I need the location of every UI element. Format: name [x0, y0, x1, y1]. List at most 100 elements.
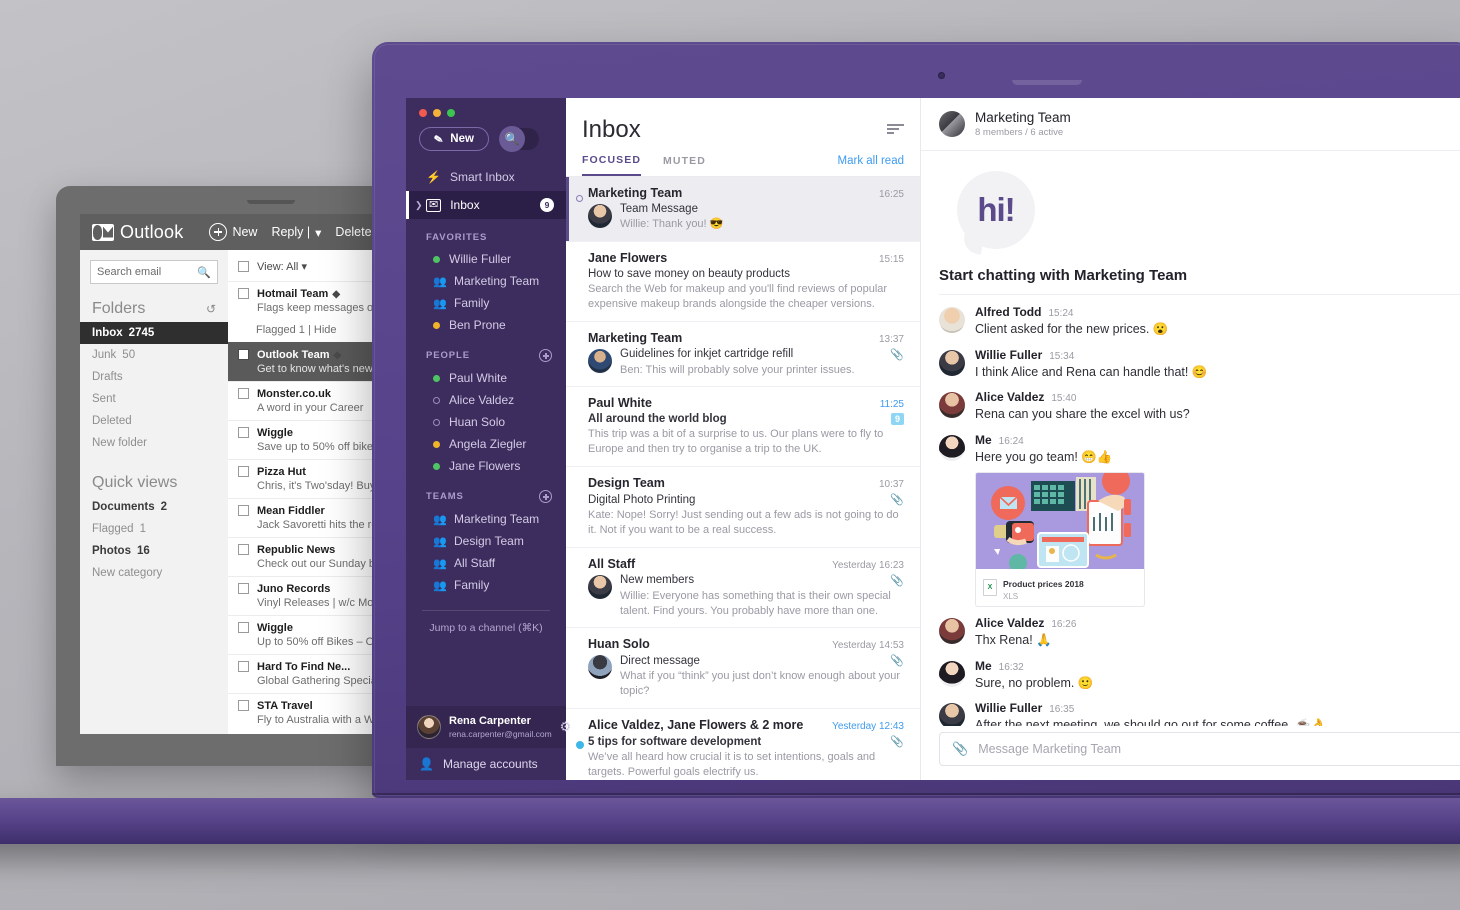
row-checkbox[interactable]	[238, 544, 249, 555]
chat-message-text: Sure, no problem. 🙂	[975, 675, 1094, 690]
outlook-logo-icon	[92, 223, 114, 241]
purple-laptop-notch	[1012, 80, 1082, 85]
row-checkbox[interactable]	[238, 388, 249, 399]
chat-intro: hi!	[939, 161, 1460, 255]
sidebar-item-angela-ziegler[interactable]: Angela Ziegler	[406, 433, 566, 455]
list-item[interactable]: All Staff Yesterday 16:23 New members 📎 Will…	[566, 548, 920, 629]
list-item[interactable]: Marketing Team 13:37 Guidelines for inkjet…	[566, 322, 920, 388]
sidebar-item-family[interactable]: 👥 Family	[406, 292, 566, 314]
message-input-placeholder: Message Marketing Team	[978, 742, 1122, 756]
sidebar-item-willie-fuller[interactable]: Willie Fuller	[406, 248, 566, 270]
paperclip-icon[interactable]: 📎	[952, 741, 968, 757]
chat-message-author: Me	[975, 658, 992, 673]
tab-focused[interactable]: FOCUSED	[582, 154, 642, 176]
presence-indicator-icon	[433, 321, 440, 329]
folder-label: Deleted	[92, 415, 132, 427]
sidebar-item-all-staff[interactable]: 👥 All Staff	[406, 552, 566, 574]
outlook-new-button[interactable]: New	[209, 223, 257, 241]
outlook-view-filter[interactable]: View: All ▾	[257, 260, 307, 273]
list-item[interactable]: Design Team 10:37 Digital Photo Printing 📎 K…	[566, 467, 920, 548]
presence-indicator-icon	[433, 255, 440, 263]
outlook-search-input[interactable]: Search email 🔍	[90, 260, 218, 284]
outlook-folder-new-folder[interactable]: New folder	[80, 432, 228, 454]
folder-label: Drafts	[92, 371, 123, 383]
list-item[interactable]: Paul White 11:25 All around the world blog…	[566, 387, 920, 468]
row-checkbox[interactable]	[238, 622, 249, 633]
purple-laptop-base	[0, 798, 1460, 844]
paperclip-icon: 📎	[890, 736, 904, 749]
sidebar-item-marketing-team[interactable]: 👥 Marketing Team	[406, 270, 566, 292]
list-item[interactable]: Jane Flowers 15:15 How to save money on be…	[566, 242, 920, 322]
sidebar-item-marketing-team[interactable]: 👥 Marketing Team	[406, 508, 566, 530]
row-checkbox[interactable]	[238, 466, 249, 477]
attachment-name: Product prices 2018	[1003, 579, 1084, 589]
tab-muted[interactable]: MUTED	[663, 155, 706, 175]
outlook-quickview-photos[interactable]: Photos 16	[80, 540, 228, 562]
close-window-button[interactable]	[419, 109, 427, 117]
minimize-window-button[interactable]	[433, 109, 441, 117]
message-input[interactable]: 📎 Message Marketing Team	[939, 732, 1460, 766]
chevron-down-icon: ▾	[301, 261, 307, 273]
list-item[interactable]: Huan Solo Yesterday 14:53 Direct message 📎 W…	[566, 628, 920, 710]
sidebar-item-alice-valdez[interactable]: Alice Valdez	[406, 389, 566, 411]
maximize-window-button[interactable]	[447, 109, 455, 117]
outlook-quickview-documents[interactable]: Documents 2	[80, 496, 228, 518]
sidebar-item-smart-inbox[interactable]: ⚡ Smart Inbox	[406, 163, 566, 191]
folder-label: Inbox	[92, 327, 123, 339]
search-toggle[interactable]: 🔍	[499, 126, 539, 152]
add-person-icon[interactable]	[539, 349, 552, 362]
list-item[interactable]: Marketing Team 16:25 Team Message Willie: T…	[566, 177, 920, 242]
outlook-folder-deleted[interactable]: Deleted	[80, 410, 228, 432]
outlook-folder-inbox[interactable]: Inbox 2745	[80, 322, 228, 344]
window-traffic-lights	[406, 98, 566, 117]
sidebar-item-design-team[interactable]: 👥 Design Team	[406, 530, 566, 552]
sidebar-item-huan-solo[interactable]: Huan Solo	[406, 411, 566, 433]
select-all-checkbox[interactable]	[238, 261, 249, 272]
people-group-header: PEOPLE	[406, 336, 566, 367]
list-item[interactable]: Alice Valdez, Jane Flowers & 2 more Yeste…	[566, 709, 920, 780]
chat-message: Willie Fuller 15:34 I think Alice and Rena…	[939, 348, 1460, 382]
chat-message: Alice Valdez 16:26 Thx Rena! 🙏	[939, 616, 1460, 650]
outlook-delete-button[interactable]: Delete	[335, 225, 371, 239]
favorites-list: Willie Fuller 👥 Marketing Team 👥 Family Ben P…	[406, 248, 566, 336]
outlook-folder-junk[interactable]: Junk 50	[80, 344, 228, 366]
manage-accounts-button[interactable]: 👤 Manage accounts	[406, 748, 566, 780]
outlook-folder-drafts[interactable]: Drafts	[80, 366, 228, 388]
account-row[interactable]: Rena Carpenter rena.carpenter@gmail.com …	[406, 706, 571, 748]
outlook-quickview-flagged[interactable]: Flagged 1	[80, 518, 228, 540]
outlook-row-from: Wiggle	[257, 427, 293, 439]
row-checkbox[interactable]	[238, 661, 249, 672]
add-team-icon[interactable]	[539, 490, 552, 503]
outlook-row-from: Republic News	[257, 544, 336, 556]
avatar	[939, 307, 965, 333]
row-checkbox[interactable]	[238, 349, 249, 360]
sidebar-item-paul-white[interactable]: Paul White	[406, 367, 566, 389]
speech-bubble-icon: hi!	[957, 171, 1035, 249]
row-checkbox[interactable]	[238, 700, 249, 711]
avatar	[417, 715, 441, 739]
new-message-button[interactable]: ✎ New	[419, 127, 489, 151]
mark-all-read-button[interactable]: Mark all read	[838, 155, 904, 175]
avatar	[588, 204, 612, 228]
mail-sender: Marketing Team	[588, 186, 683, 200]
row-checkbox[interactable]	[238, 583, 249, 594]
row-checkbox[interactable]	[238, 288, 249, 299]
sidebar-item-ben-prone[interactable]: Ben Prone	[406, 314, 566, 336]
sidebar-item-inbox[interactable]: ❯ ✉ Inbox 9	[406, 191, 566, 219]
row-checkbox[interactable]	[238, 427, 249, 438]
outlook-reply-button[interactable]: Reply | ▾	[271, 225, 321, 240]
refresh-icon[interactable]: ↺	[206, 302, 216, 316]
outlook-quickview-new-category[interactable]: New category	[80, 562, 228, 584]
jump-to-channel[interactable]: Jump to a channel (⌘K)	[422, 610, 550, 634]
mail-sender: Paul White	[588, 396, 652, 411]
filter-icon[interactable]	[887, 116, 904, 134]
lightning-icon: ⚡	[426, 170, 441, 184]
attachment-card[interactable]: X Product prices 2018 XLS	[975, 472, 1145, 607]
team-icon: 👥	[433, 513, 447, 526]
sidebar-item-family[interactable]: 👥 Family	[406, 574, 566, 596]
outlook-folder-sent[interactable]: Sent	[80, 388, 228, 410]
row-checkbox[interactable]	[238, 505, 249, 516]
presence-indicator-icon	[433, 396, 440, 404]
mail-row-meta: 📎	[890, 735, 904, 748]
sidebar-item-jane-flowers[interactable]: Jane Flowers	[406, 455, 566, 477]
